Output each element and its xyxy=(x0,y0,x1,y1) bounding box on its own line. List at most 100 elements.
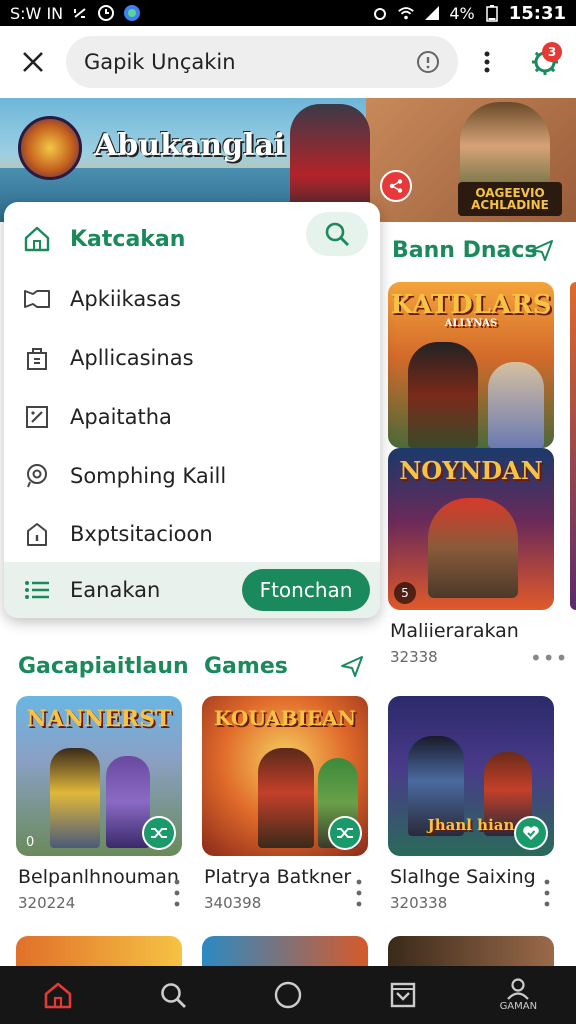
more-options-button[interactable] xyxy=(458,26,516,98)
nav-search[interactable] xyxy=(123,966,223,1024)
shuffle-icon xyxy=(337,828,353,838)
next-row-card-peek[interactable] xyxy=(388,936,554,966)
offscreen-tile-edge[interactable] xyxy=(570,282,576,610)
nav-profile[interactable]: GAMAN xyxy=(468,966,568,1024)
banner-sub-logo: OAGEEVIO ACHLADINE xyxy=(458,182,562,216)
menu-footer-label[interactable]: Eanakan xyxy=(70,578,160,602)
nav-circle[interactable] xyxy=(238,966,338,1024)
signal-icon xyxy=(423,4,441,22)
game-card-count: 320224 xyxy=(18,894,76,912)
menu-item-label: Apaitatha xyxy=(70,405,172,429)
bag-icon xyxy=(4,345,70,371)
heart-check-icon xyxy=(523,826,539,840)
game-card-title[interactable]: Slalhge Saixing xyxy=(390,866,536,888)
search-input[interactable]: Gapik Unçakin xyxy=(66,36,458,88)
list-icon xyxy=(4,579,70,601)
game-card[interactable]: Jhanl hian xyxy=(388,696,554,856)
banner-share-badge[interactable] xyxy=(380,170,412,202)
heart-badge[interactable] xyxy=(514,816,548,850)
menu-item-apkiikasas[interactable]: Apkiikasas xyxy=(4,270,380,328)
game-title[interactable]: Maliierarakan xyxy=(390,620,519,642)
menu-search-button[interactable] xyxy=(306,212,368,256)
shuffle-icon xyxy=(151,828,167,838)
shuffle-badge[interactable] xyxy=(328,816,362,850)
tile-art-title: KOUABIEAN xyxy=(214,706,356,730)
tile-character-art xyxy=(258,748,314,848)
settings-badge-button[interactable]: 3 xyxy=(516,26,574,98)
game-card-title[interactable]: Platrya Batkner xyxy=(204,866,351,888)
dropdown-menu: Katcakan Apkiikasas Apllicasinas Apaitat… xyxy=(4,202,380,618)
game-card[interactable]: KOUABIEAN xyxy=(202,696,368,856)
menu-footer: Eanakan Ftonchan xyxy=(4,562,380,618)
menu-footer-button[interactable]: Ftonchan xyxy=(242,569,370,611)
menu-item-label: Apkiikasas xyxy=(70,287,181,311)
wifi-icon xyxy=(397,4,415,22)
more-vertical-icon[interactable] xyxy=(356,878,362,912)
tile-character-art xyxy=(428,498,518,598)
section-title-left[interactable]: Gacapiaitlaun xyxy=(18,654,189,679)
next-row-card-peek[interactable] xyxy=(202,936,368,966)
tile-character-art xyxy=(488,362,544,448)
circle-icon xyxy=(274,981,302,1009)
battery-percent: 4% xyxy=(449,3,475,23)
banner-sub-line2: ACHLADINE xyxy=(471,198,549,212)
menu-item-label: Katcakan xyxy=(70,226,186,252)
send-icon[interactable] xyxy=(530,238,554,266)
menu-item-label: Bxptsitacioon xyxy=(70,522,213,546)
menu-item-label: Somphing Kaill xyxy=(70,464,227,488)
tile-art: KATDLARS ALLYNAS xyxy=(388,282,554,448)
shuffle-badge[interactable] xyxy=(142,816,176,850)
edit-box-icon xyxy=(4,405,70,429)
bookmark-icon xyxy=(4,288,70,310)
tile-art-title: KATDLARS xyxy=(390,290,552,320)
tile-character-art xyxy=(408,342,478,448)
tile-art: Jhanl hian xyxy=(388,696,554,856)
right-section-title[interactable]: Bann Dnacs xyxy=(392,238,538,263)
more-vertical-icon[interactable] xyxy=(174,878,180,912)
inbox-check-icon xyxy=(390,982,416,1008)
game-card-title[interactable]: Belpanlhnouman xyxy=(18,866,179,888)
home-icon xyxy=(4,225,70,253)
game-card-count: 320338 xyxy=(390,894,448,912)
tile-art: NOYNDAN 5 xyxy=(388,448,554,610)
menu-item-apllicasinas[interactable]: Apllicasinas xyxy=(4,329,380,387)
menu-item-bxptsitacioon[interactable]: Bxptsitacioon xyxy=(4,505,380,563)
game-tile-katdlars[interactable]: KATDLARS ALLYNAS xyxy=(388,282,554,448)
more-vertical-icon xyxy=(484,51,490,73)
send-icon[interactable] xyxy=(340,654,364,682)
close-button[interactable] xyxy=(0,26,66,98)
more-vertical-icon[interactable] xyxy=(544,878,550,912)
bottom-navigation: GAMAN xyxy=(0,966,576,1024)
game-tile-noyndan[interactable]: NOYNDAN 5 xyxy=(388,448,554,610)
share-icon xyxy=(389,179,403,193)
location-pin-icon xyxy=(4,463,70,489)
user-icon xyxy=(507,978,530,1000)
menu-item-apaitatha[interactable]: Apaitatha xyxy=(4,388,380,446)
home-icon xyxy=(44,982,71,1009)
tile-art: KOUABIEAN xyxy=(202,696,368,856)
alarm-icon xyxy=(371,4,389,22)
menu-item-somphing-kaill[interactable]: Somphing Kaill xyxy=(4,447,380,505)
status-right: 4% 15:31 xyxy=(371,3,566,24)
search-input-text: Gapik Unçakin xyxy=(84,50,236,74)
search-icon xyxy=(325,222,349,246)
info-icon[interactable] xyxy=(416,50,440,74)
status-bar: S:W IN 4% 15:31 xyxy=(0,0,576,26)
link-icon xyxy=(71,4,89,22)
game-card-count: 340398 xyxy=(204,894,262,912)
status-time: 15:31 xyxy=(508,2,566,24)
search-icon xyxy=(160,983,186,1008)
game-count: 32338 xyxy=(390,648,438,666)
section-header-right: Games xyxy=(204,648,368,684)
game-card[interactable]: NANNERST 0 xyxy=(16,696,182,856)
next-row-card-peek[interactable] xyxy=(16,936,182,966)
nav-home[interactable] xyxy=(8,966,108,1024)
section-title-games[interactable]: Games xyxy=(204,654,288,679)
more-horizontal-icon[interactable]: ••• xyxy=(530,646,568,670)
section-header-left: Gacapiaitlaun xyxy=(18,648,189,684)
tile-art-subtitle: ALLYNAS xyxy=(444,318,498,329)
tile-art-title: NANNERST xyxy=(26,706,172,732)
tile-character-art xyxy=(50,748,100,848)
app-circle-icon xyxy=(123,4,141,22)
nav-inbox[interactable] xyxy=(353,966,453,1024)
